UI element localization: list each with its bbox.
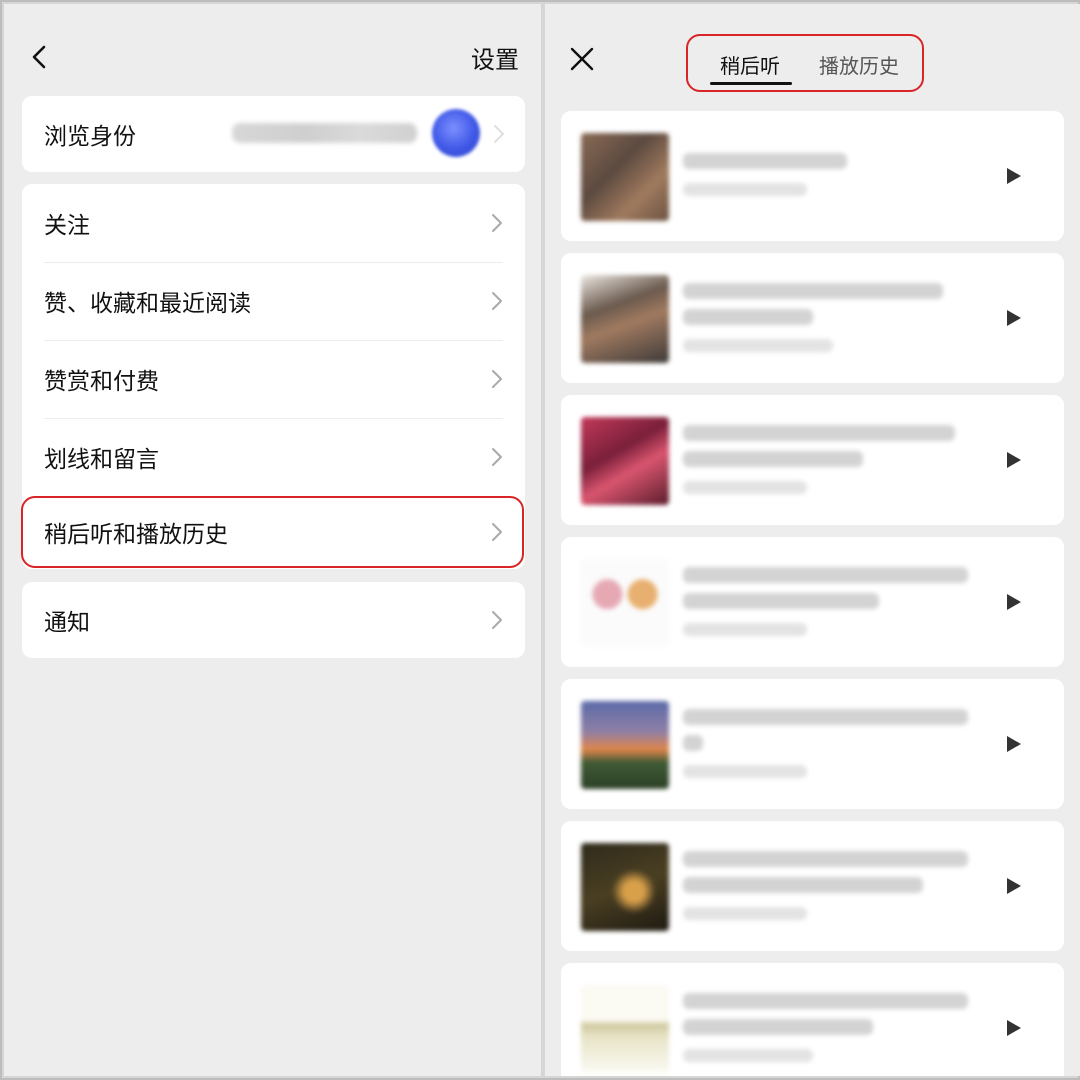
list-item[interactable] <box>561 821 1064 951</box>
menu-item-label: 赞、收藏和最近阅读 <box>44 291 251 317</box>
thumbnail <box>581 275 669 363</box>
chevron-right-icon <box>492 448 502 466</box>
chevron-right-icon <box>492 214 502 232</box>
avatar <box>432 109 480 157</box>
meta-blurred <box>683 183 807 196</box>
menu-item-label: 划线和留言 <box>44 447 159 473</box>
menu-item-likes-favorites[interactable]: 赞、收藏和最近阅读 <box>22 262 525 340</box>
title-blurred <box>683 877 923 893</box>
settings-panel: 设置 浏览身份 关注 赞、收藏和最近阅读 赞赏和付费 划线和留言 稍后听和播放历… <box>4 4 541 1076</box>
list-item[interactable] <box>561 395 1064 525</box>
title-blurred <box>683 451 863 467</box>
thumbnail <box>581 985 669 1073</box>
menu-item-notifications[interactable]: 通知 <box>22 582 525 658</box>
title-blurred <box>683 309 813 325</box>
play-icon[interactable] <box>1006 167 1022 185</box>
play-icon[interactable] <box>1006 451 1022 469</box>
tab-bar: 稍后听 播放历史 <box>686 34 924 92</box>
play-icon[interactable] <box>1006 877 1022 895</box>
identity-card[interactable]: 浏览身份 <box>22 96 525 172</box>
list-item[interactable] <box>561 253 1064 383</box>
meta-blurred <box>683 907 807 920</box>
title-blurred <box>683 709 968 725</box>
chevron-right-icon <box>492 611 502 629</box>
thumbnail <box>581 417 669 505</box>
menu-item-rewards-payments[interactable]: 赞赏和付费 <box>22 340 525 418</box>
listen-later-panel: 稍后听 播放历史 <box>545 4 1080 1076</box>
identity-row[interactable]: 浏览身份 <box>22 96 525 172</box>
menu-item-label: 关注 <box>44 213 90 239</box>
thumbnail <box>581 701 669 789</box>
back-arrow-icon[interactable] <box>26 42 54 72</box>
title-blurred <box>683 425 955 441</box>
chevron-right-icon <box>494 125 504 143</box>
title-blurred <box>683 153 847 169</box>
tab-listen-later[interactable]: 稍后听 <box>720 50 780 79</box>
title-blurred <box>683 851 968 867</box>
identity-name-blurred <box>232 123 417 143</box>
menu-item-listen-later-history[interactable]: 稍后听和播放历史 <box>22 496 525 568</box>
play-icon[interactable] <box>1006 309 1022 327</box>
thumbnail <box>581 559 669 647</box>
menu-item-highlights-comments[interactable]: 划线和留言 <box>22 418 525 496</box>
identity-label: 浏览身份 <box>44 124 136 150</box>
list-item[interactable] <box>561 111 1064 241</box>
title-blurred <box>683 993 968 1009</box>
list-item[interactable] <box>561 963 1064 1076</box>
notify-card: 通知 <box>22 582 525 658</box>
tab-play-history[interactable]: 播放历史 <box>819 50 899 79</box>
chevron-right-icon <box>492 370 502 388</box>
thumbnail <box>581 843 669 931</box>
chevron-right-icon <box>492 292 502 310</box>
page-title: 设置 <box>471 46 519 74</box>
title-blurred <box>683 1019 873 1035</box>
screenshot-frame: 设置 浏览身份 关注 赞、收藏和最近阅读 赞赏和付费 划线和留言 稍后听和播放历… <box>0 0 1080 1080</box>
meta-blurred <box>683 481 807 494</box>
menu-card: 关注 赞、收藏和最近阅读 赞赏和付费 划线和留言 稍后听和播放历史 <box>22 184 525 569</box>
menu-item-label: 通知 <box>44 610 90 636</box>
title-blurred <box>683 283 943 299</box>
list-item[interactable] <box>561 679 1064 809</box>
play-icon[interactable] <box>1006 593 1022 611</box>
list-item[interactable] <box>561 537 1064 667</box>
play-icon[interactable] <box>1006 1019 1022 1037</box>
close-icon[interactable] <box>569 46 595 72</box>
menu-item-follow[interactable]: 关注 <box>22 184 525 262</box>
play-icon[interactable] <box>1006 735 1022 753</box>
meta-blurred <box>683 765 807 778</box>
title-blurred <box>683 735 703 751</box>
title-blurred <box>683 593 879 609</box>
menu-item-label: 赞赏和付费 <box>44 369 159 395</box>
meta-blurred <box>683 339 833 352</box>
tab-underline <box>710 82 792 85</box>
title-blurred <box>683 567 968 583</box>
meta-blurred <box>683 623 807 636</box>
menu-item-label: 稍后听和播放历史 <box>44 522 228 548</box>
chevron-right-icon <box>492 523 502 541</box>
meta-blurred <box>683 1049 813 1062</box>
thumbnail <box>581 133 669 221</box>
